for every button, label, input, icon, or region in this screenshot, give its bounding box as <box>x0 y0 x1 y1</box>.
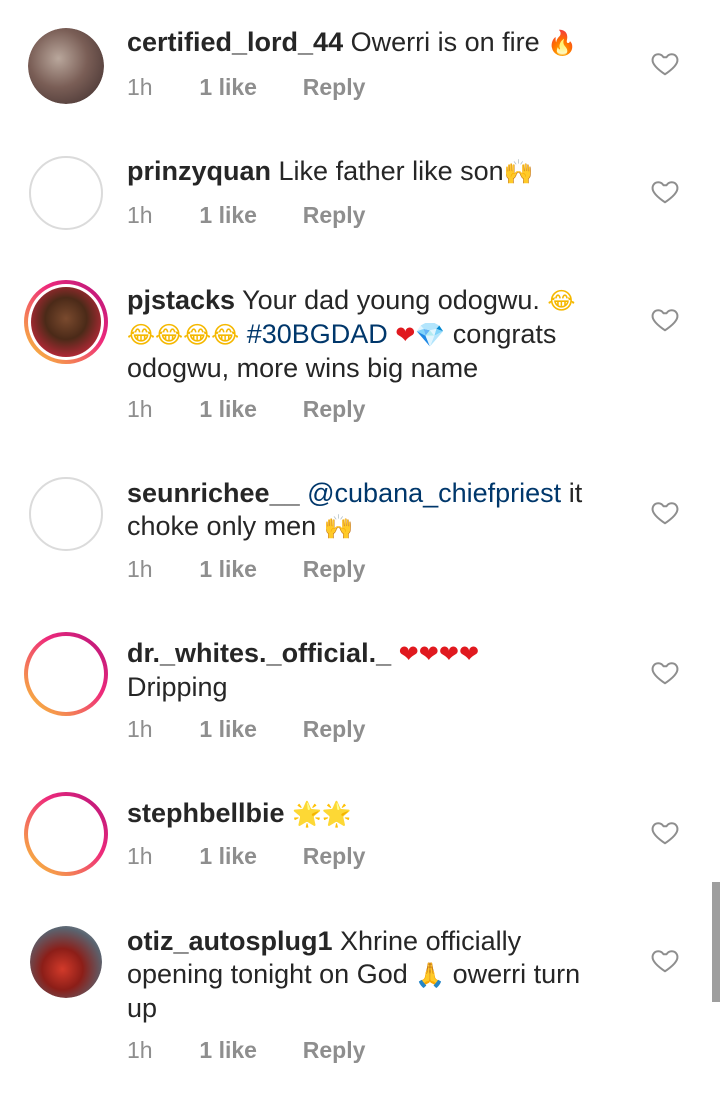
comment-username[interactable]: pjstacks <box>127 285 235 315</box>
heart-outline-icon[interactable] <box>650 48 680 78</box>
comment-meta: 1h 1 like Reply <box>127 1037 365 1064</box>
comment-body: it <box>568 478 583 508</box>
reply-button[interactable]: Reply <box>303 716 366 743</box>
heart-outline-icon[interactable] <box>650 176 680 206</box>
comment-text: stephbellbie 🌟🌟 <box>127 797 607 831</box>
reply-button[interactable]: Reply <box>303 202 366 229</box>
comment-username[interactable]: certified_lord_44 <box>127 27 343 57</box>
comment-username[interactable]: seunrichee__ <box>127 478 300 508</box>
comment-meta: 1h 1 like Reply <box>127 74 365 101</box>
avatar[interactable] <box>28 28 104 104</box>
comment-meta: 1h 1 like Reply <box>127 202 365 229</box>
comment-text: prinzyquan Like father like son🙌 <box>127 155 607 189</box>
comment-line: odogwu, more wins big name <box>127 352 607 385</box>
fire-emoji: 🔥 <box>547 29 578 57</box>
raised-hands-emoji: 🙌 <box>323 513 354 541</box>
comment-likes[interactable]: 1 like <box>199 202 296 229</box>
avatar[interactable] <box>30 926 102 998</box>
comment-username[interactable]: dr._whites._official._ <box>127 638 391 668</box>
reply-button[interactable]: Reply <box>303 843 366 870</box>
gem-emoji: 💎 <box>415 321 446 349</box>
comment-body: Your dad young odogwu. <box>242 285 540 315</box>
comment-line: choke only men 🙌 <box>127 510 607 544</box>
avatar-photo <box>30 926 102 998</box>
heart-outline-icon[interactable] <box>650 945 680 975</box>
heart-outline-icon[interactable] <box>650 817 680 847</box>
comment-line: otiz_autosplug1 Xhrine officially <box>127 925 607 958</box>
avatar-photo <box>28 28 104 104</box>
comment-line: Dripping <box>127 671 607 704</box>
comment-username[interactable]: prinzyquan <box>127 156 271 186</box>
comment-line: up <box>127 992 607 1025</box>
glowing-star-emoji: 🌟🌟 <box>292 800 352 828</box>
comment-line: 😂😂😂😂 #30BGDAD ❤💎 congrats <box>127 318 607 352</box>
comment-time: 1h <box>127 396 153 422</box>
comment-username[interactable]: otiz_autosplug1 <box>127 926 333 956</box>
comment-meta: 1h 1 like Reply <box>127 396 365 423</box>
comment-body: Owerri is on fire <box>350 27 540 57</box>
comment-likes[interactable]: 1 like <box>199 74 296 101</box>
comment-body: opening tonight on God <box>127 959 408 989</box>
comment-body: odogwu, more wins big name <box>127 353 479 383</box>
reply-button[interactable]: Reply <box>303 74 366 101</box>
folded-hands-emoji: 🙏 <box>415 961 446 989</box>
comment-text: pjstacks Your dad young odogwu. 😂 😂😂😂😂 #… <box>127 284 607 385</box>
comment-body: choke only men <box>127 511 317 541</box>
comment-time: 1h <box>127 202 153 228</box>
comment-text: seunrichee__ @cubana_chiefpriest it chok… <box>127 477 607 544</box>
avatar[interactable] <box>24 632 108 716</box>
comment-body: Xhrine officially <box>340 926 522 956</box>
comment-time: 1h <box>127 1037 153 1063</box>
comment-time: 1h <box>127 843 153 869</box>
reply-button[interactable]: Reply <box>303 1037 366 1064</box>
reply-button[interactable]: Reply <box>303 396 366 423</box>
red-heart-emoji: ❤ <box>395 321 416 349</box>
comment-time: 1h <box>127 556 153 582</box>
avatar[interactable] <box>24 280 108 364</box>
comment-line: opening tonight on God 🙏 owerri turn <box>127 958 607 992</box>
heart-outline-icon[interactable] <box>650 497 680 527</box>
comment-text: dr._whites._official._ ❤❤❤❤ Dripping <box>127 637 607 704</box>
comment-body: up <box>127 993 158 1023</box>
heart-outline-icon[interactable] <box>650 657 680 687</box>
avatar-inner <box>28 796 104 872</box>
comment-text: otiz_autosplug1 Xhrine officially openin… <box>127 925 607 1025</box>
comment-body: Like father like son <box>278 156 504 186</box>
comment-likes[interactable]: 1 like <box>199 716 296 743</box>
comment-meta: 1h 1 like Reply <box>127 716 365 743</box>
red-heart-emoji: ❤❤❤❤ <box>398 640 480 668</box>
comment-likes[interactable]: 1 like <box>199 843 296 870</box>
avatar-inner <box>28 636 104 712</box>
hashtag-link[interactable]: #30BGDAD <box>247 319 388 349</box>
comment-body: owerri turn <box>452 959 581 989</box>
comment-body: Dripping <box>127 672 228 702</box>
comment-likes[interactable]: 1 like <box>199 556 296 583</box>
comment-username[interactable]: stephbellbie <box>127 798 285 828</box>
comment-meta: 1h 1 like Reply <box>127 556 365 583</box>
reply-button[interactable]: Reply <box>303 556 366 583</box>
raised-hands-emoji: 🙌 <box>503 158 534 186</box>
comment-text: certified_lord_44 Owerri is on fire 🔥 <box>127 26 607 60</box>
avatar-photo <box>31 287 101 357</box>
laughing-emoji: 😂😂😂😂 <box>127 321 240 349</box>
comment-time: 1h <box>127 74 153 100</box>
comment-line: dr._whites._official._ ❤❤❤❤ <box>127 637 607 671</box>
laughing-emoji: 😂 <box>547 287 576 315</box>
avatar-inner <box>28 284 104 360</box>
avatar[interactable] <box>29 477 103 551</box>
comment-line: pjstacks Your dad young odogwu. 😂 <box>127 284 607 318</box>
mention-link[interactable]: @cubana_chiefpriest <box>307 478 561 508</box>
avatar[interactable] <box>24 792 108 876</box>
scrollbar[interactable] <box>712 882 720 1002</box>
comment-body: congrats <box>452 319 557 349</box>
avatar[interactable] <box>29 156 103 230</box>
heart-outline-icon[interactable] <box>650 304 680 334</box>
comment-meta: 1h 1 like Reply <box>127 843 365 870</box>
comment-likes[interactable]: 1 like <box>199 396 296 423</box>
comment-time: 1h <box>127 716 153 742</box>
comment-likes[interactable]: 1 like <box>199 1037 296 1064</box>
comment-line: seunrichee__ @cubana_chiefpriest it <box>127 477 607 510</box>
